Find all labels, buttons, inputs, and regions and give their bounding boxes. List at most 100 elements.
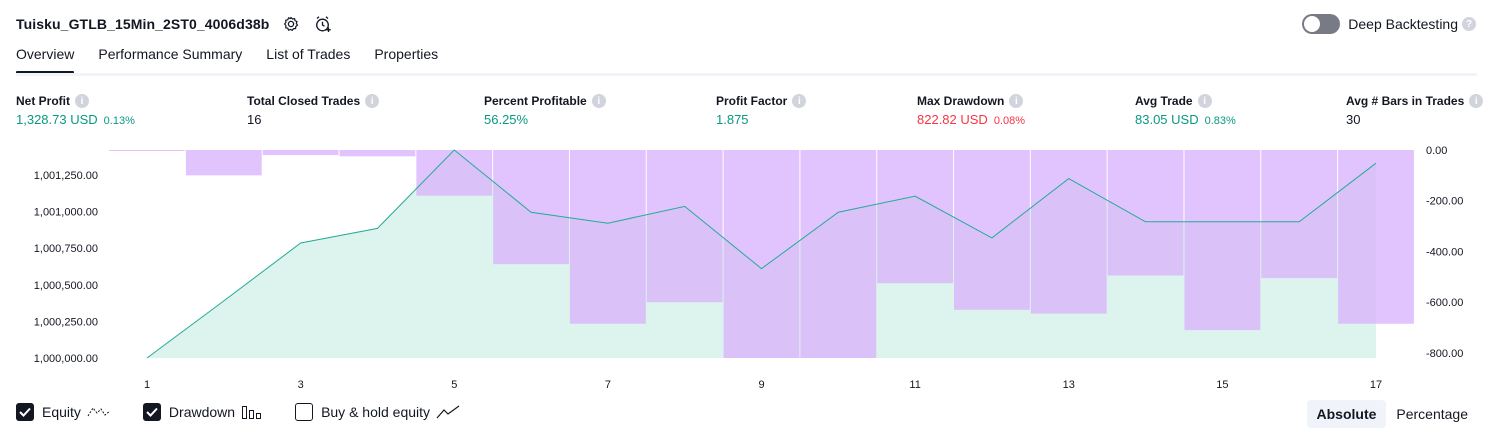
x-axis-tick: 5 <box>451 379 457 391</box>
metric-label: Avg # Bars in Trades <box>1346 94 1465 108</box>
metric-value: 1,328.73 USD <box>16 112 98 127</box>
drawdown-bar <box>954 150 1030 310</box>
right-axis-tick: 0.00 <box>1426 145 1447 157</box>
left-axis-tick: 1,000,750.00 <box>34 243 98 255</box>
drawdown-bar <box>262 150 339 156</box>
legend-drawdown[interactable]: Drawdown <box>142 403 263 421</box>
tab-properties[interactable]: Properties <box>374 46 438 72</box>
legend-label: Buy & hold equity <box>321 404 431 420</box>
alarm-plus-icon[interactable] <box>313 14 333 34</box>
info-icon[interactable]: i <box>75 94 89 108</box>
drawdown-bar <box>1184 150 1261 331</box>
drawdown-bar <box>800 150 877 358</box>
metric-profit-factor: Profit Factor i 1.875 <box>716 93 807 130</box>
deep-backtesting: Deep Backtesting ? <box>1302 14 1476 34</box>
metric-label: Avg Trade <box>1135 94 1193 108</box>
strategy-name: Tuisku_GTLB_15Min_2ST0_4006d38b <box>16 16 270 32</box>
value-mode-switch: Absolute Percentage <box>1306 400 1479 428</box>
buy-hold-line-icon <box>436 404 460 420</box>
toggle-knob <box>1304 16 1321 32</box>
metric-value: 822.82 USD <box>917 112 988 127</box>
drawdown-bar <box>646 150 723 303</box>
buy-hold-checkbox[interactable] <box>295 403 314 421</box>
right-axis-tick: -800.00 <box>1426 348 1463 360</box>
deep-backtesting-label: Deep Backtesting <box>1348 16 1458 32</box>
left-axis-tick: 1,001,000.00 <box>34 207 98 219</box>
left-axis-tick: 1,000,000.00 <box>34 353 98 365</box>
gear-icon[interactable] <box>281 14 301 34</box>
info-icon[interactable]: i <box>591 94 606 108</box>
left-axis-tick: 1,001,250.00 <box>34 170 98 182</box>
metric-max-drawdown: Max Drawdown i 822.82 USD 0.08% <box>917 93 1025 130</box>
metric-label: Max Drawdown <box>917 94 1005 108</box>
tab-performance-summary[interactable]: Performance Summary <box>98 46 242 72</box>
drawdown-bar <box>1261 150 1338 279</box>
tab-bar: Overview Performance Summary List of Tra… <box>16 46 462 74</box>
x-axis-tick: 3 <box>298 379 304 391</box>
drawdown-bar <box>1030 150 1107 314</box>
drawdown-bar <box>723 150 800 358</box>
metric-percent: 0.08% <box>993 115 1026 127</box>
metric-net-profit: Net Profit i 1,328.73 USD 0.13% <box>16 93 135 130</box>
percentage-button[interactable]: Percentage <box>1386 400 1478 428</box>
metric-total-closed-trades: Total Closed Trades i 16 <box>247 93 380 130</box>
drawdown-bar <box>109 150 185 151</box>
x-axis-tick: 13 <box>1063 379 1075 391</box>
drawdown-bar <box>339 150 416 157</box>
drawdown-bar <box>493 150 569 265</box>
left-axis-tick: 1,000,500.00 <box>34 280 98 292</box>
metric-percent: 0.83% <box>1204 115 1236 127</box>
x-axis-tick: 1 <box>144 379 150 391</box>
drawdown-bar <box>569 150 646 324</box>
metric-value: 83.05 USD <box>1135 112 1199 127</box>
equity-line-icon <box>87 404 111 420</box>
equity-drawdown-chart[interactable]: 1,000,000.00 1,000,250.00 1,000,500.00 1,00… <box>0 140 1494 395</box>
strategy-header: Tuisku_GTLB_15Min_2ST0_4006d38b <box>16 12 333 36</box>
right-axis-tick: -400.00 <box>1426 246 1463 258</box>
drawdown-bar <box>1338 150 1414 324</box>
metric-percent-profitable: Percent Profitable i 56.25% <box>484 93 606 130</box>
tab-divider <box>16 73 1477 76</box>
right-axis-tick: -600.00 <box>1426 297 1463 309</box>
info-icon[interactable]: i <box>1197 94 1212 108</box>
metric-avg-trade: Avg Trade i 83.05 USD 0.83% <box>1135 93 1236 130</box>
right-axis-tick: -200.00 <box>1426 196 1463 208</box>
metric-label: Net Profit <box>16 94 70 108</box>
drawdown-bar <box>185 150 262 176</box>
info-icon[interactable]: i <box>792 94 807 108</box>
left-axis-tick: 1,000,250.00 <box>34 316 98 328</box>
x-axis-tick: 15 <box>1216 379 1228 391</box>
x-axis-tick: 11 <box>909 379 920 391</box>
metric-value: 30 <box>1346 112 1361 127</box>
drawdown-checkbox[interactable] <box>142 403 161 421</box>
metric-label: Total Closed Trades <box>247 94 361 108</box>
drawdown-bars-icon <box>241 404 263 420</box>
metric-label: Profit Factor <box>716 94 788 108</box>
question-icon[interactable]: ? <box>1462 17 1476 31</box>
info-icon[interactable]: i <box>1009 94 1024 108</box>
chart-legend: Equity Drawdown Buy & hold equity <box>16 403 492 421</box>
legend-label: Drawdown <box>168 404 236 420</box>
absolute-button[interactable]: Absolute <box>1306 400 1387 428</box>
deep-backtesting-toggle[interactable] <box>1302 14 1341 34</box>
metric-avg-bars: Avg # Bars in Trades i 30 <box>1346 93 1484 130</box>
equity-checkbox[interactable] <box>16 403 34 421</box>
x-axis-tick: 7 <box>605 379 611 391</box>
tab-list-of-trades[interactable]: List of Trades <box>266 46 350 72</box>
x-axis-tick: 17 <box>1370 379 1382 391</box>
legend-equity[interactable]: Equity <box>16 403 111 421</box>
x-axis-tick: 9 <box>758 379 764 391</box>
check-icon <box>146 407 158 417</box>
legend-label: Equity <box>42 404 81 420</box>
drawdown-bar <box>416 150 493 196</box>
info-icon[interactable]: i <box>1469 94 1484 108</box>
metric-value: 56.25% <box>484 112 529 127</box>
drawdown-bar <box>877 150 954 284</box>
drawdown-bar <box>1107 150 1184 276</box>
tab-overview[interactable]: Overview <box>16 46 75 74</box>
info-icon[interactable]: i <box>365 94 380 108</box>
legend-buy-hold[interactable]: Buy & hold equity <box>295 403 460 421</box>
metric-percent: 0.13% <box>103 115 135 127</box>
metric-value: 16 <box>247 112 262 127</box>
metric-value: 1.875 <box>716 112 749 127</box>
